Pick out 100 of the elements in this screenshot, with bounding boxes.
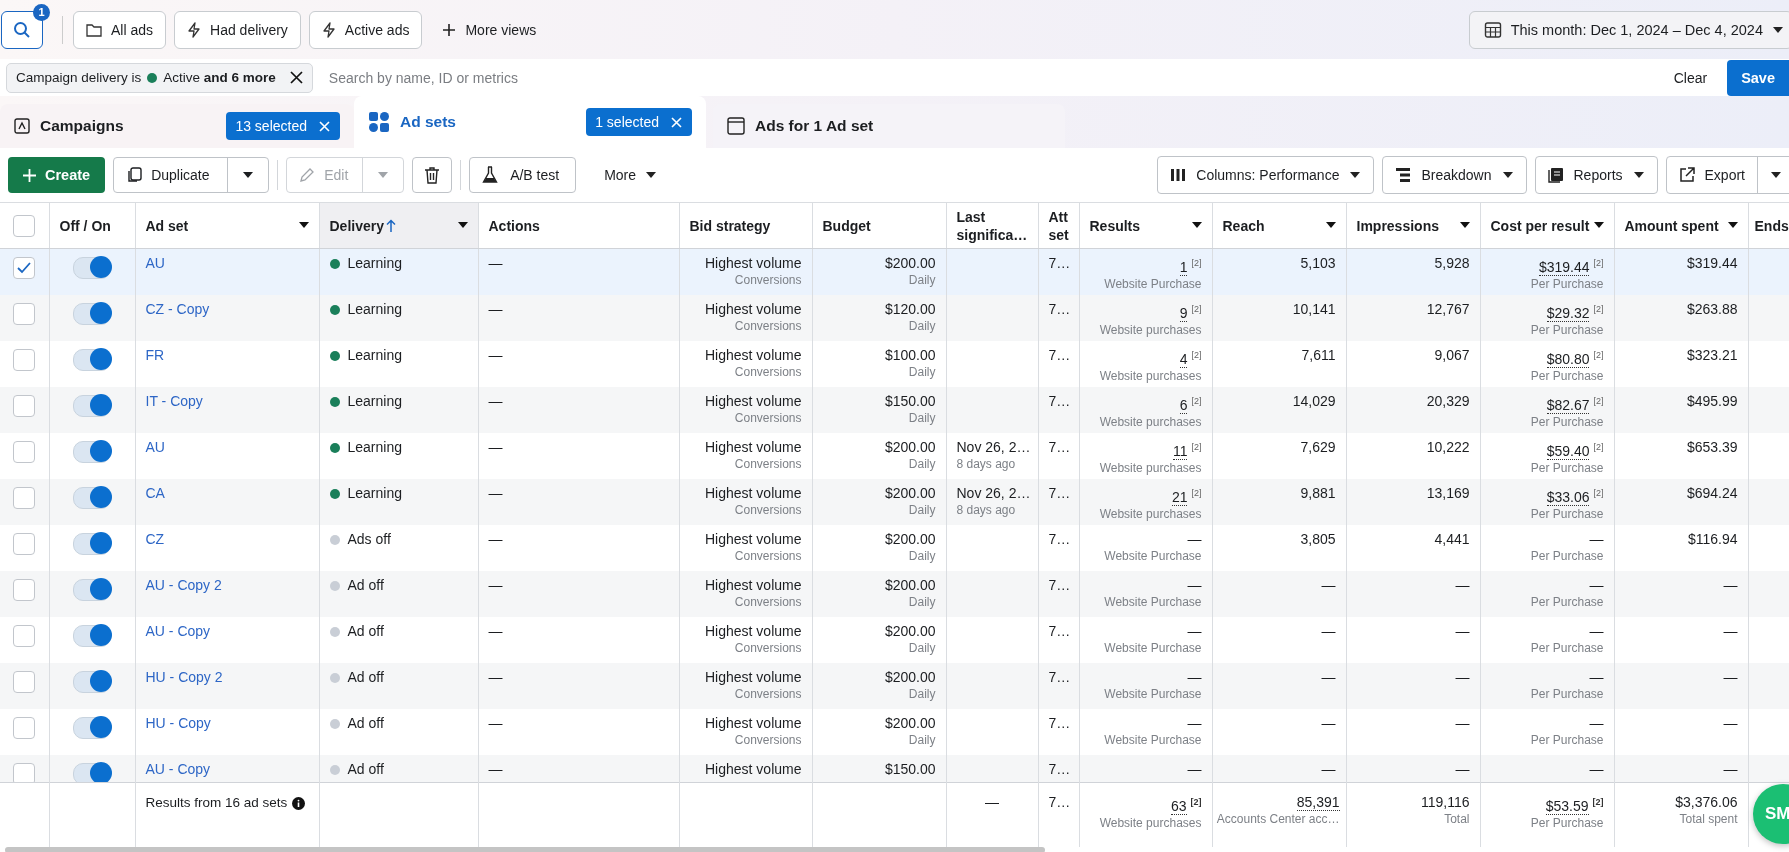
ad-set-link[interactable]: AU - Copy 2: [145, 577, 222, 593]
select-all-checkbox[interactable]: [13, 214, 36, 237]
delete-button[interactable]: [412, 157, 453, 193]
row-checkbox[interactable]: [13, 717, 36, 739]
row-checkbox[interactable]: [13, 763, 36, 782]
search-button[interactable]: [1, 10, 43, 49]
cell-subtext: Daily: [907, 686, 936, 703]
more-views-button[interactable]: More views: [430, 11, 549, 48]
cell-subtext: Website Purchase: [1103, 640, 1202, 657]
scrollbar[interactable]: [5, 846, 1045, 852]
delivery-status: Ad off: [347, 623, 384, 640]
toggle-switch[interactable]: [73, 579, 111, 601]
view-button[interactable]: Active ads: [308, 10, 423, 49]
save-button[interactable]: Save: [1727, 59, 1789, 96]
selection-badge[interactable]: 1 selected: [586, 108, 692, 136]
toggle-switch[interactable]: [73, 395, 111, 417]
reports-button[interactable]: Reports: [1534, 156, 1658, 194]
column-header[interactable]: Reach: [1222, 216, 1265, 235]
toggle-switch[interactable]: [73, 625, 111, 647]
toggle-switch[interactable]: [73, 763, 111, 782]
table-cell: 5,103: [1300, 255, 1336, 271]
ad-set-link[interactable]: AU: [145, 439, 165, 455]
caret-icon[interactable]: [1191, 222, 1202, 229]
cell-subtext: Per Purchase: [1529, 686, 1604, 703]
caret-icon[interactable]: [1593, 222, 1604, 229]
toggle-switch[interactable]: [73, 487, 111, 509]
clear-button[interactable]: Clear: [1667, 68, 1714, 87]
ad-set-link[interactable]: AU - Copy: [145, 623, 211, 639]
filter-chip[interactable]: Campaign delivery is Active and 6 more: [6, 62, 313, 93]
row-checkbox[interactable]: [13, 625, 36, 647]
table-row[interactable]: CZ - Copy Learning — Highest volume Conversions $120.00 Daily 7… 9 $^{[2]}$ Website purchases 10,141 12,767 $29.32 $^{[2]}$ Per Purchase $263.88: [0, 295, 1789, 341]
row-checkbox[interactable]: [13, 487, 36, 509]
ad-set-link[interactable]: HU - Copy: [145, 715, 211, 731]
filter-bar[interactable]: Campaign delivery is Active and 6 more Search by name, ID or metrics Clear Save: [0, 59, 1789, 96]
search-field[interactable]: Search by name, ID or metrics: [326, 68, 1668, 87]
ad-set-link[interactable]: IT - Copy: [145, 393, 203, 409]
column-header[interactable]: Delivery: [329, 216, 384, 235]
toggle-switch[interactable]: [73, 257, 111, 279]
column-header[interactable]: Results: [1089, 216, 1141, 235]
tab[interactable]: Ad sets 1 selected: [354, 96, 706, 148]
ad-set-link[interactable]: HU - Copy 2: [145, 669, 223, 685]
ad-set-link[interactable]: FR: [145, 347, 165, 363]
caret-icon[interactable]: [298, 222, 309, 229]
row-checkbox[interactable]: [13, 303, 36, 325]
caret-icon[interactable]: [1325, 222, 1336, 229]
table-cell: —: [488, 301, 503, 317]
table-row[interactable]: AU - Copy Ad off — Highest volume $150.00 7… — — — — —: [0, 755, 1789, 782]
delivery-status: Learning: [347, 301, 402, 318]
toggle-switch[interactable]: [73, 441, 111, 463]
column-header[interactable]: Impressions: [1356, 216, 1439, 235]
table-row[interactable]: AU Learning — Highest volume Conversions $200.00 Daily 7… 1 $^{[2]}$ Website Purchase 5,103 5,928 $319.44 $^{[2]}$ Per Purchase $319.44: [0, 249, 1789, 295]
toggle-switch[interactable]: [73, 671, 111, 693]
table-row[interactable]: CA Learning — Highest volume Conversions $200.00 Daily Nov 26, 2… 8 days ago 7… 21 $^{[2]}$ Website purchases 9,881 13,169 $33.06 $^{[2]}$ Per Purchase $694.24: [0, 479, 1789, 525]
date-range-button[interactable]: This month: Dec 1, 2024 – Dec 4, 2024: [1468, 10, 1789, 49]
column-header[interactable]: Cost per result: [1490, 216, 1590, 235]
table-row[interactable]: HU - Copy 2 Ad off — Highest volume Conversions $200.00 Daily 7… — Website Purchase — — — Per Purchase —: [0, 663, 1789, 709]
view-button[interactable]: All ads: [73, 10, 167, 49]
table-cell: $694.24: [1686, 485, 1738, 501]
toggle-switch[interactable]: [73, 717, 111, 739]
ad-set-link[interactable]: CA: [145, 485, 165, 501]
row-checkbox[interactable]: [13, 671, 36, 693]
row-checkbox[interactable]: [13, 257, 36, 279]
selection-badge[interactable]: 13 selected: [226, 112, 340, 140]
ad-set-link[interactable]: AU: [145, 255, 165, 271]
table-cell: 1: [1179, 258, 1188, 276]
count-badge: 1: [33, 3, 50, 21]
ad-set-link[interactable]: AU - Copy: [145, 761, 211, 777]
more-button[interactable]: More: [592, 157, 670, 193]
columns-button[interactable]: Columns: Performance: [1157, 156, 1375, 194]
create-button[interactable]: Create: [8, 157, 106, 193]
row-checkbox[interactable]: [13, 349, 36, 371]
row-checkbox[interactable]: [13, 395, 36, 417]
view-button[interactable]: Had delivery: [174, 10, 301, 49]
row-checkbox[interactable]: [13, 533, 36, 555]
toggle-switch[interactable]: [73, 303, 111, 325]
cell-subtext: Daily: [907, 318, 936, 335]
footnote-mark: [2]: [1191, 442, 1202, 452]
row-checkbox[interactable]: [13, 579, 36, 601]
ad-set-link[interactable]: CZ: [145, 531, 165, 547]
duplicate-button[interactable]: Duplicate: [113, 157, 270, 193]
ab-test-button[interactable]: A/B test: [469, 157, 577, 193]
caret-icon: [1772, 25, 1784, 34]
export-button[interactable]: Export: [1665, 156, 1789, 194]
caret-icon[interactable]: [1727, 222, 1738, 229]
table-cell: —: [1455, 669, 1470, 685]
table-row[interactable]: AU - Copy 2 Ad off — Highest volume Conversions $200.00 Daily 7… — Website Purchase — — — Per Purchase —: [0, 571, 1789, 617]
column-header[interactable]: Amount spent: [1624, 216, 1719, 235]
close-icon[interactable]: [289, 71, 303, 84]
table-row[interactable]: IT - Copy Learning — Highest volume Conversions $150.00 Daily 7… 6 $^{[2]}$ Website purchases 14,029 20,329 $82.67 $^{[2]}$ Per Purchase $495.99: [0, 387, 1789, 433]
caret-icon[interactable]: [1459, 222, 1470, 229]
toggle-switch[interactable]: [73, 349, 111, 371]
caret-icon[interactable]: [457, 222, 468, 229]
row-checkbox[interactable]: [13, 441, 36, 463]
breakdown-button[interactable]: Breakdown: [1382, 156, 1527, 194]
ad-set-link[interactable]: CZ - Copy: [145, 301, 210, 317]
info-icon[interactable]: [292, 796, 306, 810]
toggle-switch[interactable]: [73, 533, 111, 555]
cell-subtext: Daily: [907, 272, 936, 289]
table-cell: $653.39: [1686, 439, 1738, 455]
column-header[interactable]: Ad set: [145, 216, 189, 235]
